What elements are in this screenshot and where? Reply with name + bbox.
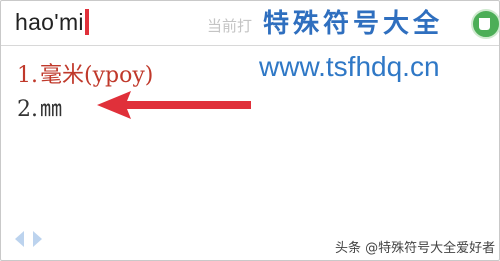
next-page-icon[interactable]	[33, 231, 42, 247]
input-hint: 当前打	[207, 17, 253, 35]
app-badge-icon	[471, 9, 500, 39]
red-arrow-icon	[97, 91, 251, 119]
brand-watermark-url: www.tsfhdq.cn	[259, 51, 440, 82]
source-watermark: 头条 @特殊符号大全爱好者	[335, 241, 496, 256]
ime-candidate-window: hao'mi 当前打 特殊符号大全 www.tsfhdq.cn 1.毫米(ypo…	[0, 0, 500, 261]
candidate-text: ㎜	[40, 97, 63, 122]
pinyin-text: hao'mi	[15, 9, 84, 35]
candidate-number: 1.	[17, 63, 38, 88]
pinyin-input[interactable]: hao'mi	[15, 9, 89, 36]
brand-watermark-title: 特殊符号大全	[263, 9, 444, 39]
prev-page-icon[interactable]	[15, 231, 24, 247]
page-nav	[15, 231, 55, 247]
candidate-item-2[interactable]: 2.㎜	[17, 91, 62, 123]
candidate-number: 2.	[17, 97, 38, 122]
text-cursor	[84, 9, 89, 35]
